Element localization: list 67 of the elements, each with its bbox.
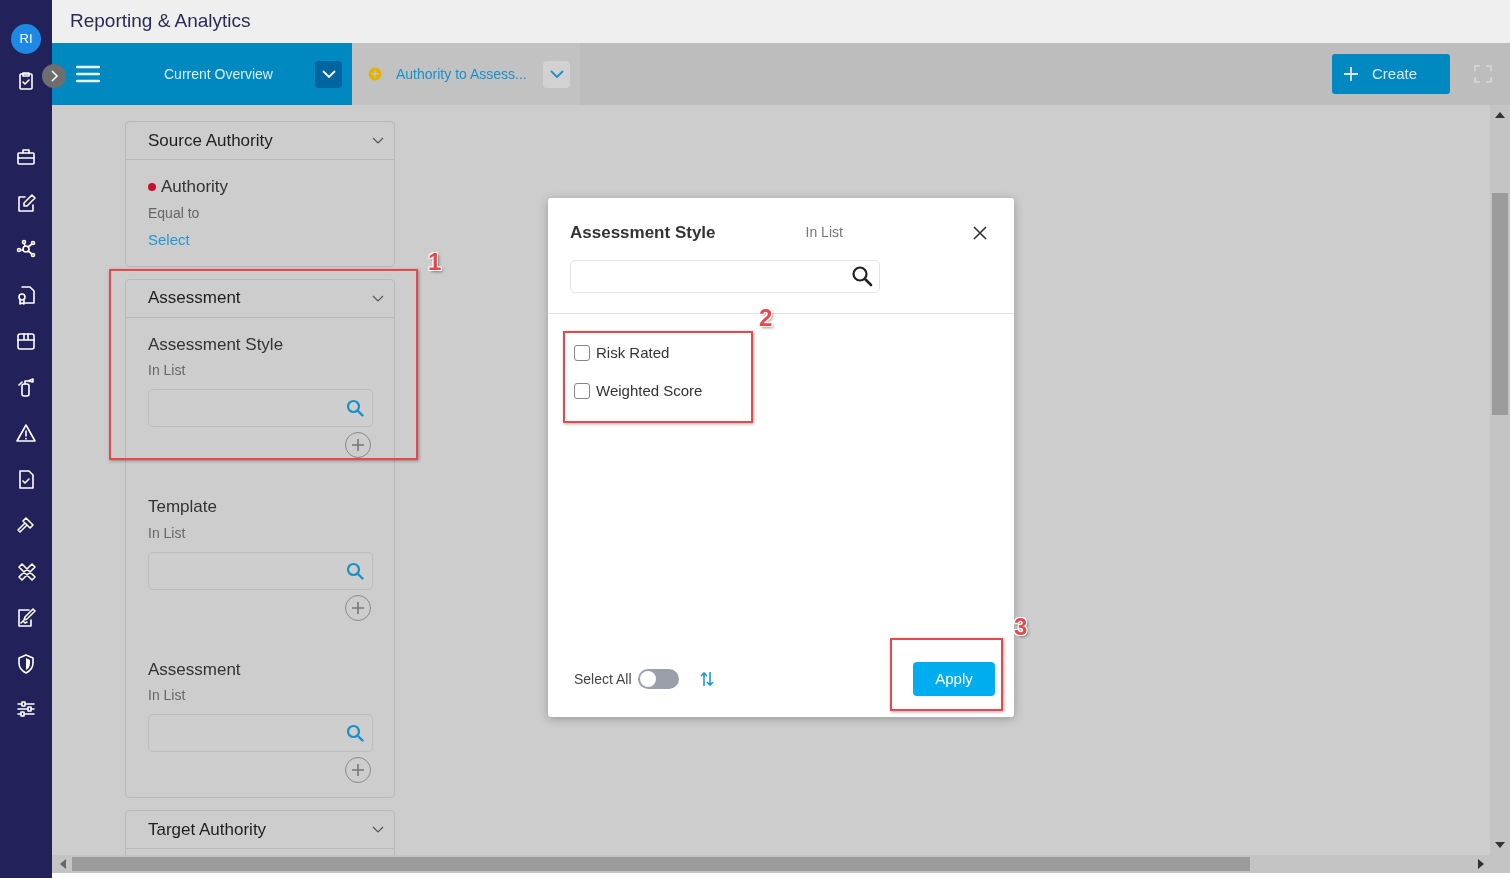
field-label: Assessment xyxy=(148,658,241,681)
tools-icon[interactable] xyxy=(15,560,37,582)
menu-icon[interactable] xyxy=(76,64,100,84)
scroll-up-icon[interactable] xyxy=(1495,112,1505,118)
vertical-scrollbar[interactable] xyxy=(1490,105,1510,855)
apply-button[interactable]: Apply xyxy=(913,662,995,696)
chevron-down-icon xyxy=(321,70,336,78)
scroll-left-icon[interactable] xyxy=(60,859,66,869)
operator-label: In List xyxy=(805,223,843,243)
shield-icon[interactable] xyxy=(15,652,37,674)
chevron-down-icon[interactable] xyxy=(372,826,384,833)
briefcase-icon[interactable] xyxy=(15,146,37,168)
warning-icon[interactable] xyxy=(15,422,37,444)
expand-toggle-icon[interactable] xyxy=(41,63,67,89)
scroll-right-icon[interactable] xyxy=(1478,859,1484,869)
annotation-number: 1 xyxy=(428,250,442,274)
signed-document-icon[interactable] xyxy=(15,606,37,628)
section-title: Assessment xyxy=(148,287,241,310)
sliders-icon[interactable] xyxy=(15,698,37,720)
extinguisher-icon[interactable] xyxy=(15,376,37,398)
annotation-number: 3 xyxy=(1014,615,1028,639)
plus-icon xyxy=(352,601,364,614)
chevron-down-icon[interactable] xyxy=(372,137,384,144)
network-icon[interactable] xyxy=(15,238,37,260)
hammer-icon[interactable] xyxy=(15,514,37,536)
option-checkbox[interactable]: Risk Rated xyxy=(574,341,988,364)
dialog-title: Assessment Style xyxy=(570,222,716,244)
field-label: Assessment Style xyxy=(148,333,284,356)
scrollbar-thumb[interactable] xyxy=(1492,193,1508,415)
user-avatar[interactable]: RI xyxy=(11,24,41,54)
annotation-number: 2 xyxy=(759,306,773,330)
section-title: Source Authority xyxy=(148,129,273,152)
box-icon[interactable] xyxy=(15,330,37,352)
search-field[interactable] xyxy=(570,259,880,293)
create-button[interactable]: Create xyxy=(1332,54,1450,94)
search-icon[interactable] xyxy=(851,265,873,287)
field-label: Authority xyxy=(161,176,229,198)
operator-label: In List xyxy=(148,686,187,705)
scroll-down-icon[interactable] xyxy=(1495,842,1505,848)
horizontal-scrollbar[interactable] xyxy=(52,855,1510,873)
select-all-label: Select All xyxy=(574,669,632,689)
search-field[interactable] xyxy=(148,389,373,427)
search-field[interactable] xyxy=(148,551,373,590)
plus-icon xyxy=(1344,67,1358,81)
operator-label: Equal to xyxy=(148,203,201,223)
search-field[interactable] xyxy=(148,714,373,752)
view-tab[interactable]: Current Overview xyxy=(52,43,352,105)
operator-label: In List xyxy=(148,523,187,543)
option-checkbox[interactable]: Weighted Score xyxy=(574,380,988,403)
scrollbar-thumb[interactable] xyxy=(72,857,1250,871)
add-circle-icon xyxy=(368,67,382,81)
operator-label: In List xyxy=(148,361,187,380)
page-title: Reporting & Analytics xyxy=(70,9,251,34)
select-link[interactable]: Select xyxy=(148,228,190,251)
certificate-icon[interactable] xyxy=(15,284,37,306)
chevron-down-icon[interactable] xyxy=(372,294,384,302)
dropdown-button[interactable] xyxy=(315,60,342,88)
select-all-toggle[interactable] xyxy=(637,669,679,689)
close-icon[interactable] xyxy=(973,225,987,240)
view-tab[interactable]: Authority to Assess... xyxy=(352,43,580,105)
plus-icon xyxy=(352,764,364,776)
section-title: Target Authority xyxy=(148,818,267,841)
field-label: Template xyxy=(148,496,217,518)
plus-icon xyxy=(352,439,364,451)
sort-icon[interactable] xyxy=(698,671,715,687)
edit-icon[interactable] xyxy=(15,192,37,214)
chevron-down-icon xyxy=(549,70,564,78)
